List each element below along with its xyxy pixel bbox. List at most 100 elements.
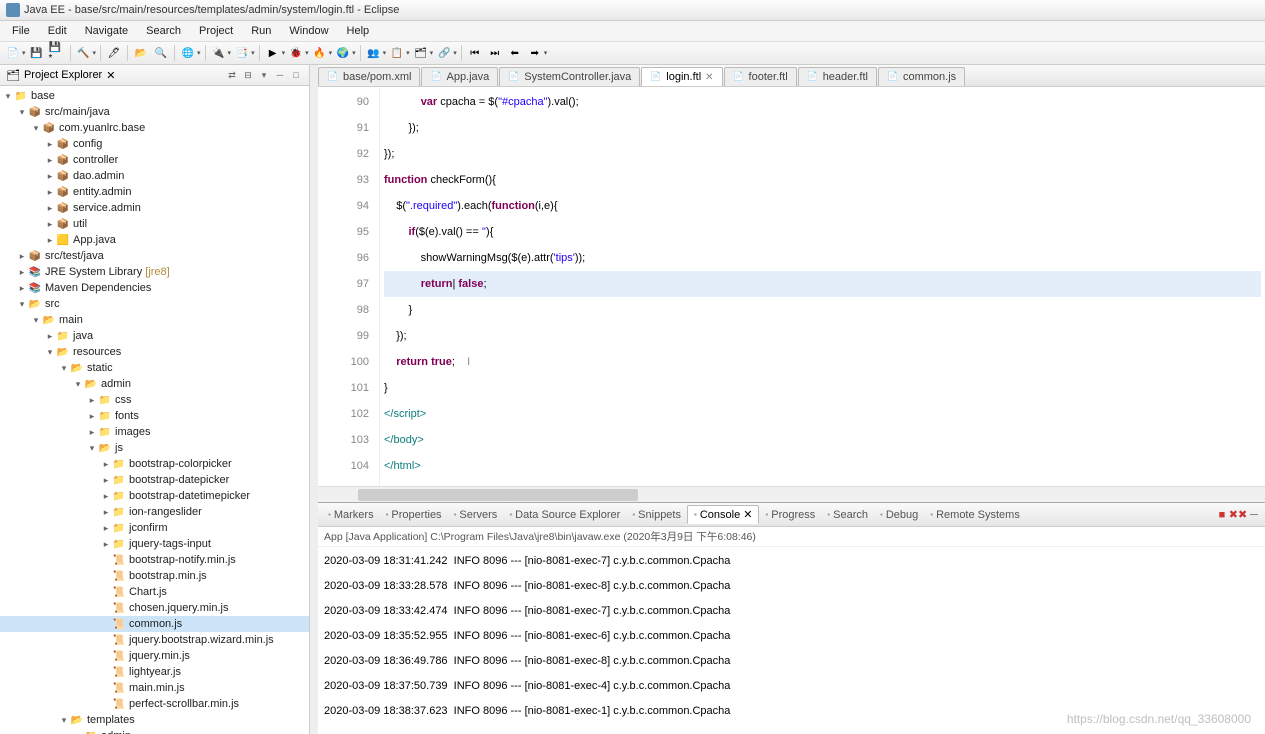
toolbar-button[interactable]: 🌐: [179, 44, 197, 62]
tree-toggle[interactable]: ▸: [86, 395, 98, 406]
tree-toggle[interactable]: ▾: [16, 299, 28, 310]
chevron-down-icon[interactable]: ▾: [453, 49, 457, 57]
tree-toggle[interactable]: ▾: [44, 347, 56, 358]
bottom-tab-servers[interactable]: ▪Servers: [448, 507, 504, 523]
chevron-down-icon[interactable]: ▾: [305, 49, 309, 57]
tree-node[interactable]: ▸src/test/java: [0, 248, 309, 264]
tree-toggle[interactable]: ▸: [100, 523, 112, 534]
tree-toggle[interactable]: ▸: [44, 219, 56, 230]
editor-tab[interactable]: 📄header.ftl: [798, 67, 877, 86]
chevron-down-icon[interactable]: ▾: [406, 49, 410, 57]
toolbar-button[interactable]: 📄: [4, 44, 22, 62]
bottom-tab-search[interactable]: ▪Search: [821, 507, 874, 523]
bottom-tab-markers[interactable]: ▪Markers: [322, 507, 380, 523]
tree-toggle[interactable]: ▸: [44, 331, 56, 342]
menu-window[interactable]: Window: [281, 23, 336, 39]
panel-min-icon[interactable]: ─: [1247, 508, 1261, 522]
tree-toggle[interactable]: ▸: [44, 203, 56, 214]
tree-toggle[interactable]: ▸: [16, 251, 28, 262]
menu-help[interactable]: Help: [339, 23, 378, 39]
chevron-down-icon[interactable]: ▾: [93, 49, 97, 57]
tree-node[interactable]: chosen.jquery.min.js: [0, 600, 309, 616]
tree-toggle[interactable]: ▸: [44, 235, 56, 246]
toolbar-button[interactable]: ⬅: [506, 44, 524, 62]
tree-node[interactable]: Chart.js: [0, 584, 309, 600]
tree-node[interactable]: ▾js: [0, 440, 309, 456]
tree-node[interactable]: ▸java: [0, 328, 309, 344]
toolbar-button[interactable]: 💾: [28, 44, 46, 62]
tree-node[interactable]: jquery.bootstrap.wizard.min.js: [0, 632, 309, 648]
toolbar-button[interactable]: 👥: [365, 44, 383, 62]
editor-tab[interactable]: 📄base/pom.xml: [318, 67, 420, 86]
menu-navigate[interactable]: Navigate: [77, 23, 136, 39]
toolbar-button[interactable]: 🔨: [75, 44, 93, 62]
tree-node[interactable]: ▾templates: [0, 712, 309, 728]
close-icon[interactable]: ✕: [705, 72, 713, 83]
chevron-down-icon[interactable]: ▾: [352, 49, 356, 57]
tree-node[interactable]: ▸bootstrap-colorpicker: [0, 456, 309, 472]
tree-node[interactable]: ▸config: [0, 136, 309, 152]
code-lines[interactable]: var cpacha = $("#cpacha").val(); });});f…: [380, 87, 1265, 486]
tree-node[interactable]: ▾admin: [0, 376, 309, 392]
tree-toggle[interactable]: ▸: [16, 283, 28, 294]
tree-node[interactable]: ▸Maven Dependencies: [0, 280, 309, 296]
collapse-all-icon[interactable]: ⊟: [241, 68, 255, 82]
view-menu-icon[interactable]: ▾: [257, 68, 271, 82]
editor-hscrollbar[interactable]: [318, 486, 1265, 502]
tree-toggle[interactable]: ▾: [86, 443, 98, 454]
tree-toggle[interactable]: ▸: [44, 155, 56, 166]
tree-toggle[interactable]: ▾: [30, 315, 42, 326]
tree-toggle[interactable]: ▸: [86, 411, 98, 422]
tree-node[interactable]: bootstrap-notify.min.js: [0, 552, 309, 568]
chevron-down-icon[interactable]: ▾: [544, 49, 548, 57]
toolbar-button[interactable]: 🔗: [435, 44, 453, 62]
toolbar-button[interactable]: 📂: [132, 44, 150, 62]
tree-toggle[interactable]: ▸: [100, 507, 112, 518]
menu-file[interactable]: File: [4, 23, 38, 39]
editor-tab[interactable]: 📄footer.ftl: [724, 67, 797, 86]
tree-toggle[interactable]: ▸: [100, 539, 112, 550]
bottom-tab-remote-systems[interactable]: ▪Remote Systems: [924, 507, 1026, 523]
tree-node[interactable]: ▾src/main/java: [0, 104, 309, 120]
toolbar-button[interactable]: 📑: [233, 44, 251, 62]
tree-node[interactable]: ▾base: [0, 88, 309, 104]
menu-project[interactable]: Project: [191, 23, 241, 39]
bottom-tab-debug[interactable]: ▪Debug: [874, 507, 924, 523]
toolbar-button[interactable]: 🌍: [334, 44, 352, 62]
toolbar-button[interactable]: ➡: [526, 44, 544, 62]
editor-tab[interactable]: 📄common.js: [878, 67, 965, 86]
tree-toggle[interactable]: ▸: [100, 459, 112, 470]
bottom-tab-progress[interactable]: ▪Progress: [759, 507, 821, 523]
toolbar-button[interactable]: 🖊: [105, 44, 123, 62]
tree-node[interactable]: lightyear.js: [0, 664, 309, 680]
chevron-down-icon[interactable]: ▾: [430, 49, 434, 57]
toolbar-button[interactable]: ⏭: [486, 44, 504, 62]
chevron-down-icon[interactable]: ▾: [383, 49, 387, 57]
tree-node[interactable]: ▸entity.admin: [0, 184, 309, 200]
remove-all-icon[interactable]: ✖✖: [1231, 508, 1245, 522]
tree-node[interactable]: ▸ion-rangeslider: [0, 504, 309, 520]
maximize-icon[interactable]: □: [289, 68, 303, 82]
tree-node[interactable]: ▸jquery-tags-input: [0, 536, 309, 552]
editor-tab[interactable]: 📄SystemController.java: [499, 67, 640, 86]
chevron-down-icon[interactable]: ▾: [197, 49, 201, 57]
toolbar-button[interactable]: 🔥: [311, 44, 329, 62]
tree-node[interactable]: ▸dao.admin: [0, 168, 309, 184]
tree-node[interactable]: ▸jconfirm: [0, 520, 309, 536]
chevron-down-icon[interactable]: ▾: [22, 49, 26, 57]
tree-node[interactable]: main.min.js: [0, 680, 309, 696]
tree-node[interactable]: ▸JRE System Library [jre8]: [0, 264, 309, 280]
tree-node[interactable]: ▸service.admin: [0, 200, 309, 216]
tree-node[interactable]: bootstrap.min.js: [0, 568, 309, 584]
bottom-tab-snippets[interactable]: ▪Snippets: [626, 507, 687, 523]
tree-toggle[interactable]: ▸: [100, 475, 112, 486]
editor-tab[interactable]: 📄App.java: [421, 67, 498, 86]
tree-toggle[interactable]: ▸: [44, 171, 56, 182]
tree-toggle[interactable]: ▾: [72, 379, 84, 390]
tree-toggle[interactable]: ▾: [16, 107, 28, 118]
toolbar-button[interactable]: 💾*: [48, 44, 66, 62]
split-handle[interactable]: [310, 65, 318, 734]
tree-node[interactable]: ▾static: [0, 360, 309, 376]
tree-toggle[interactable]: ▾: [58, 715, 70, 726]
console-output[interactable]: 2020-03-09 18:31:41.242 INFO 8096 --- [n…: [318, 547, 1265, 734]
